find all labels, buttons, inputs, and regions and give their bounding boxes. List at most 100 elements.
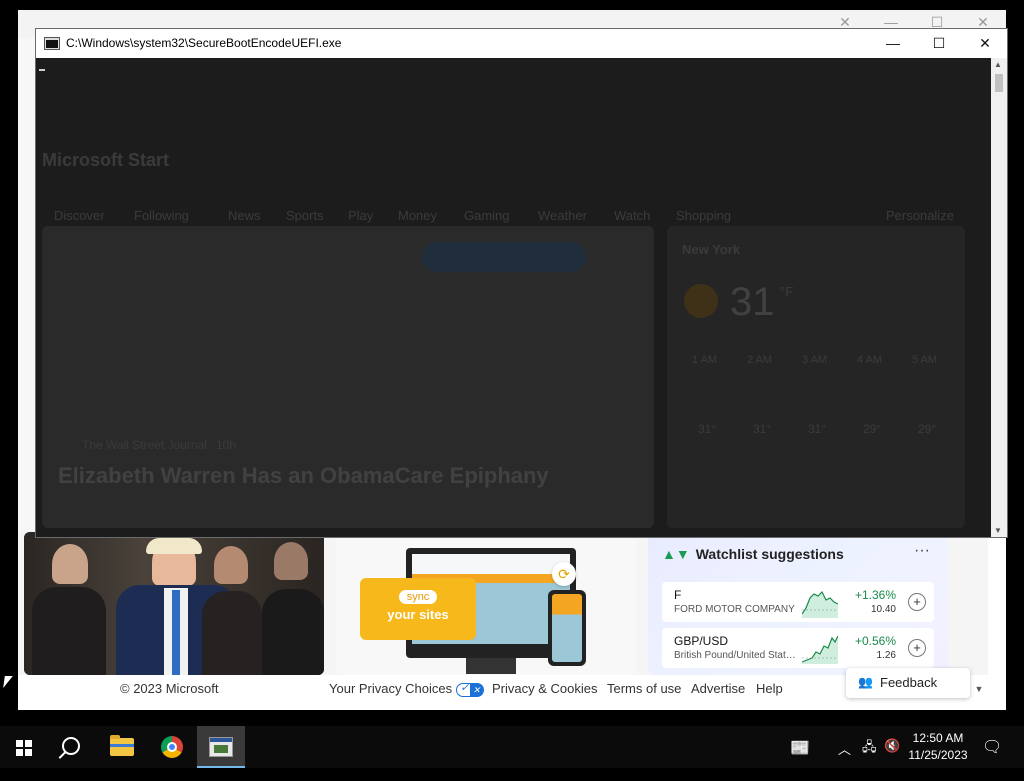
stock-symbol: F [674,588,682,602]
hour-label: 5 AM [912,354,938,366]
sync-icon: ⟳ [552,562,576,586]
add-to-watchlist-button[interactable]: + [908,639,926,657]
chrome-button[interactable] [148,726,196,768]
hero-pill [422,242,586,272]
mouse-cursor [3,676,13,688]
nav-item: Gaming [464,208,510,223]
hour-temp: 31° [753,422,772,436]
nav-item: Money [398,208,438,223]
nav-item: News [228,208,261,223]
hour-temp: 29° [918,422,937,436]
help-link[interactable]: Help [756,681,783,696]
nav-item: Sports [286,208,324,223]
background-page-bleed: Microsoft Start Discover Following News … [36,58,991,537]
watchlist-item[interactable]: F FORD MOTOR COMPANY +1.36% 10.40 + [662,582,934,622]
clock-time: 12:50 AM [912,731,964,745]
hour-label: 1 AM [692,354,718,366]
weather-card [667,226,965,528]
stock-symbol: GBP/USD [674,634,729,648]
start-button[interactable] [0,726,48,768]
hero-headline: Elizabeth Warren Has an ObamaCare Epipha… [58,463,549,488]
personalize-button: Personalize [886,208,954,223]
terms-of-use-link[interactable]: Terms of use [607,681,681,696]
news-person-tie [172,590,180,675]
news-card[interactable] [24,532,324,675]
nav-item: Weather [538,208,587,223]
add-to-watchlist-button[interactable]: + [908,593,926,611]
console-window: C:\Windows\system32\SecureBootEncodeUEFI… [35,28,1008,538]
app-window-icon [209,737,233,757]
news-person-hair [146,538,202,554]
news-person [32,587,106,675]
news-icon[interactable]: 📰 [790,738,810,780]
sparkline-chart [802,590,838,618]
scroll-down-arrow[interactable]: ▼ [972,684,986,698]
watchlist-item[interactable]: GBP/USD British Pound/United States Doll… [662,628,934,668]
ms-start-logo: Microsoft Start [42,150,170,170]
nav-item: Watch [614,208,651,223]
maximize-icon[interactable]: ☐ [916,29,962,58]
privacy-choices-link[interactable]: Your Privacy Choices [329,681,485,697]
chevron-up-icon[interactable]: ︿ [838,739,851,781]
watchlist-title: ▲▼ Watchlist suggestions [662,546,844,562]
stock-change: +0.56% [854,634,896,648]
news-person [52,544,88,584]
hour-label: 2 AM [747,354,773,366]
console-output[interactable]: Microsoft Start Discover Following News … [36,58,991,537]
stock-price: 10.40 [870,604,896,615]
folder-icon [110,735,134,756]
console-app-button[interactable] [197,726,245,768]
copyright-text: © 2023 Microsoft [120,681,219,696]
taskbar-clock[interactable]: 12:50 AM 11/25/2023 [903,730,973,764]
notifications-icon[interactable]: 🗨 [982,737,1002,779]
hour-temp: 31° [698,422,717,436]
network-icon[interactable]: 🖧 [862,738,877,780]
feedback-button[interactable]: 👥 Feedback [846,668,970,698]
privacy-cookies-link[interactable]: Privacy & Cookies [492,681,597,696]
hour-label: 3 AM [802,354,828,366]
advertise-link[interactable]: Advertise [691,681,745,696]
stock-name: British Pound/United States Dollar [674,650,798,661]
privacy-choices-icon [456,681,485,697]
sync-pill: sync [398,590,438,604]
news-person [262,589,324,675]
trend-icon: ▲▼ [662,546,690,562]
hour-label: 4 AM [857,354,883,366]
moon-icon [684,284,718,318]
feedback-label: Feedback [880,675,938,690]
file-explorer-button[interactable] [98,726,146,768]
volume-muted-icon[interactable]: 🔇 [884,738,900,780]
stock-change: +1.36% [854,588,896,602]
nav-item: Shopping [676,208,731,223]
nav-item: Play [348,208,374,223]
news-person [214,546,248,584]
search-icon [62,737,80,755]
windows-logo-icon [16,740,32,756]
scroll-down-arrow[interactable]: ▼ [994,526,1002,535]
sync-badge: sync your sites [360,578,476,640]
phone-illustration [548,590,586,666]
scroll-up-arrow[interactable]: ▲ [994,60,1002,69]
search-button[interactable] [48,726,96,768]
stock-price: 1.26 [876,650,896,661]
watchlist-card: ▲▼ Watchlist suggestions ··· F FORD MOTOR… [648,532,948,675]
sparkline-chart [802,635,838,664]
sync-promo-card[interactable]: ⟳ sync your sites [336,532,636,675]
hero-source: The Wall Street Journal [82,438,207,452]
hour-temp: 29° [863,422,882,436]
weather-city: New York [682,242,741,257]
news-person [274,542,308,580]
feedback-icon: 👥 [858,675,873,689]
news-person [202,591,262,675]
console-scrollbar[interactable]: ▲ ▼ [991,58,1007,537]
console-title: C:\Windows\system32\SecureBootEncodeUEFI… [66,36,342,50]
minimize-icon[interactable]: — [870,29,916,58]
more-options-icon[interactable]: ··· [914,542,930,560]
console-titlebar[interactable]: C:\Windows\system32\SecureBootEncodeUEFI… [36,29,1007,58]
console-app-icon [44,37,60,50]
taskbar: 📰 ︿ 🖧 🔇 12:50 AM 11/25/2023 🗨 [0,726,1024,768]
close-icon[interactable]: ✕ [962,29,1008,58]
sync-text: your sites [387,607,449,622]
nav-item: Following [134,208,189,223]
scroll-thumb[interactable] [995,74,1003,92]
